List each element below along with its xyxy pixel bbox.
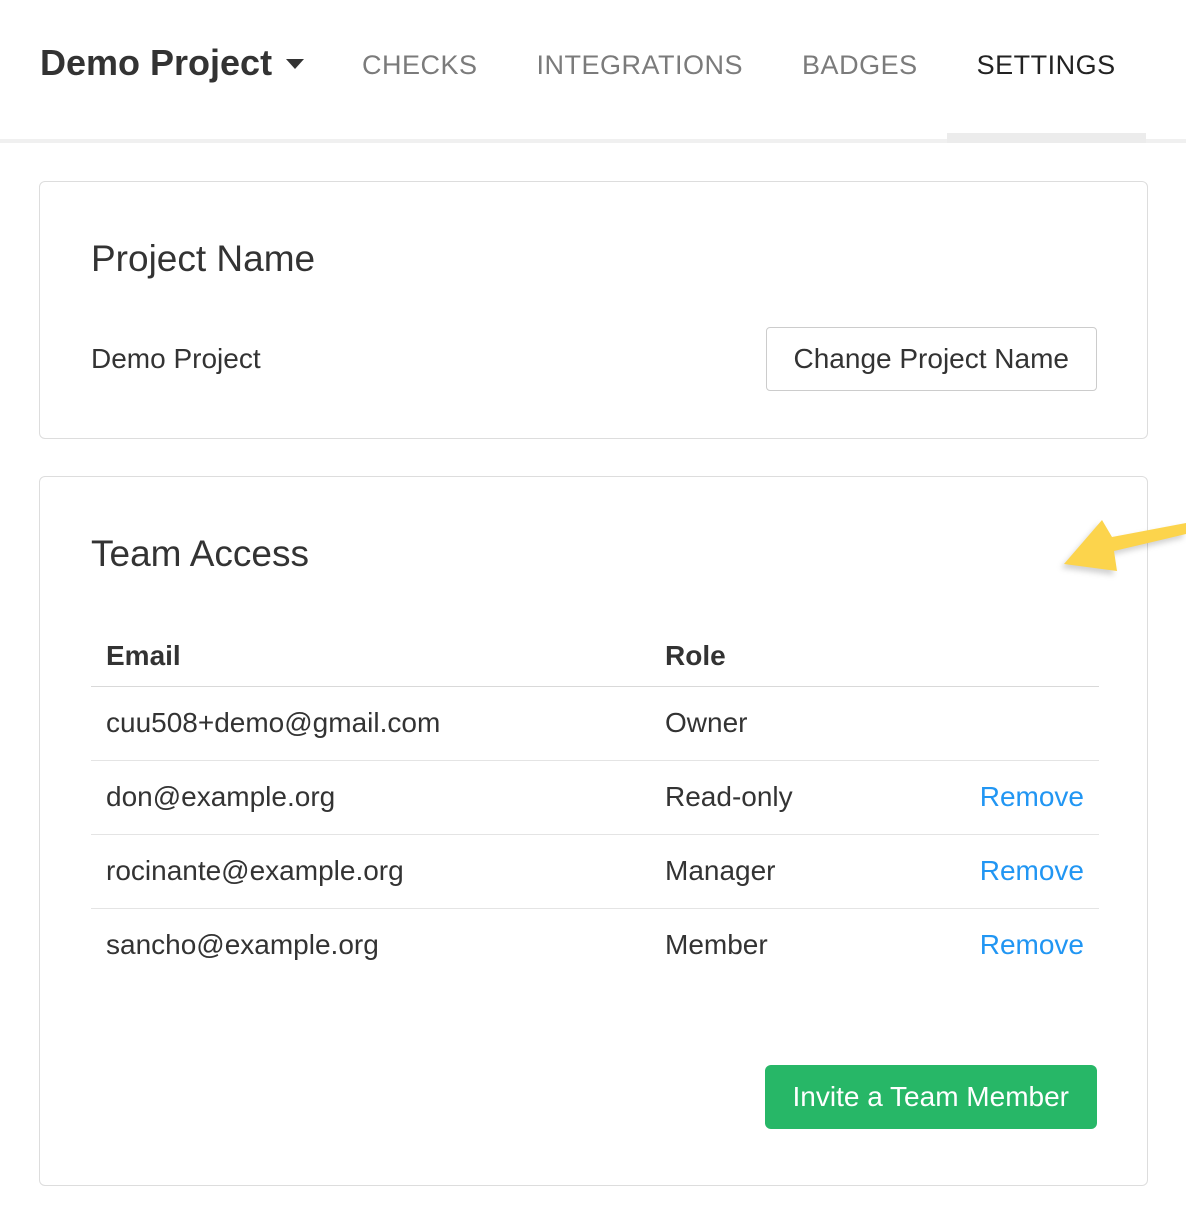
project-switcher[interactable]: Demo Project	[40, 42, 304, 84]
member-role: Read-only	[650, 760, 930, 834]
team-member-row: rocinante@example.orgManager Remove	[91, 834, 1099, 908]
invite-row: Invite a Team Member	[91, 1065, 1097, 1129]
email-column-header: Email	[91, 626, 650, 686]
member-email: sancho@example.org	[91, 908, 650, 982]
member-action-cell: Remove	[930, 760, 1099, 834]
top-navbar: Demo Project CHECKS INTEGRATIONS BADGES SET…	[0, 0, 1186, 143]
tab-badges[interactable]: BADGES	[802, 50, 918, 81]
project-switcher-label: Demo Project	[40, 42, 272, 83]
current-project-name: Demo Project	[91, 343, 261, 375]
member-email: don@example.org	[91, 760, 650, 834]
team-member-row: don@example.orgRead-only Remove	[91, 760, 1099, 834]
team-member-row: sancho@example.orgMember Remove	[91, 908, 1099, 982]
action-column-header	[930, 626, 1099, 686]
invite-team-member-button[interactable]: Invite a Team Member	[765, 1065, 1098, 1129]
change-project-name-button[interactable]: Change Project Name	[766, 327, 1097, 391]
team-table-body: cuu508+demo@gmail.comOwnerdon@example.or…	[91, 686, 1099, 982]
nav-tabs: CHECKS INTEGRATIONS BADGES SETTINGS	[362, 50, 1116, 81]
member-action-cell: Remove	[930, 834, 1099, 908]
remove-member-link[interactable]: Remove	[980, 929, 1084, 960]
chevron-down-icon	[286, 59, 304, 69]
member-role: Manager	[650, 834, 930, 908]
member-email: cuu508+demo@gmail.com	[91, 686, 650, 760]
team-table-header-row: Email Role	[91, 626, 1099, 686]
project-name-card-title: Project Name	[91, 237, 1097, 281]
tab-integrations[interactable]: INTEGRATIONS	[537, 50, 744, 81]
remove-member-link[interactable]: Remove	[980, 781, 1084, 812]
project-name-card: Project Name Demo Project Change Project…	[39, 181, 1148, 439]
remove-member-link[interactable]: Remove	[980, 855, 1084, 886]
member-email: rocinante@example.org	[91, 834, 650, 908]
team-access-card: Team Access Email Role cuu508+demo@gmail…	[39, 476, 1148, 1186]
team-members-table: Email Role cuu508+demo@gmail.comOwnerdon…	[91, 626, 1099, 982]
member-role: Member	[650, 908, 930, 982]
project-name-row: Demo Project Change Project Name	[91, 327, 1097, 391]
role-column-header: Role	[650, 626, 930, 686]
tab-checks[interactable]: CHECKS	[362, 50, 478, 81]
member-action-cell: Remove	[930, 908, 1099, 982]
tab-settings[interactable]: SETTINGS	[977, 50, 1116, 81]
team-member-row: cuu508+demo@gmail.comOwner	[91, 686, 1099, 760]
team-access-card-title: Team Access	[91, 532, 1097, 576]
member-action-cell	[930, 686, 1099, 760]
member-role: Owner	[650, 686, 930, 760]
